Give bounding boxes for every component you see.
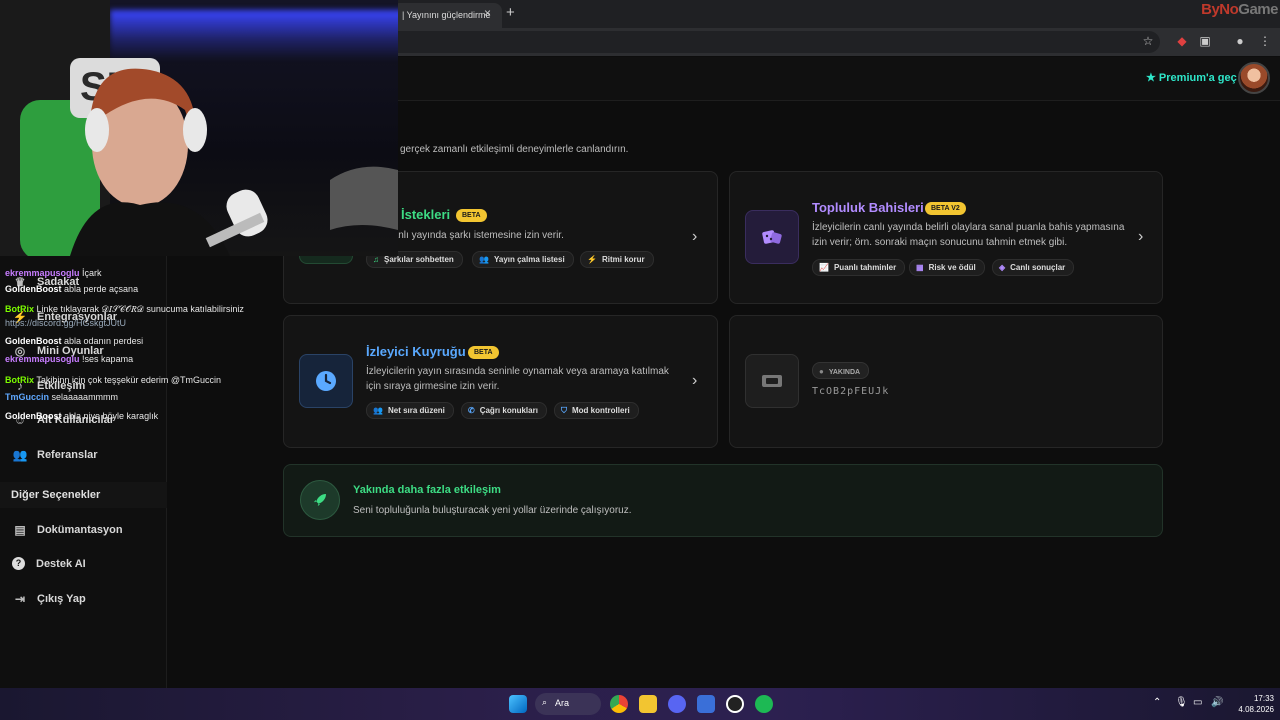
discord-icon[interactable] bbox=[668, 695, 686, 713]
chip-risk-ve-odul: ▦ Risk ve ödül bbox=[909, 259, 985, 276]
bookmark-star-icon[interactable]: ☆ bbox=[1141, 34, 1155, 48]
more-interaction-desc: Seni topluluğunla buluşturacak yeni yoll… bbox=[353, 505, 632, 516]
clock-date: 4.08.2026 bbox=[1238, 705, 1274, 714]
chat-line: ekremmapusoglu İçark bbox=[5, 268, 102, 278]
chip-mod-kontrolleri: ⛉ Mod kontrolleri bbox=[554, 402, 639, 419]
ticket-icon bbox=[745, 354, 799, 408]
webcam-overlay: SE bbox=[0, 0, 398, 256]
dice-icon bbox=[745, 210, 799, 264]
search-icon: ⌕ bbox=[542, 697, 548, 707]
clock-time: 17:33 bbox=[1253, 694, 1274, 703]
chat-line: ekremmapusoglu !ses kapama bbox=[5, 354, 134, 364]
tray-chevron-icon[interactable]: ⌃ bbox=[1153, 697, 1161, 708]
spotify-icon[interactable] bbox=[755, 695, 773, 713]
beta-v2-badge: BETA V2 bbox=[925, 202, 966, 215]
chat-line: BotRix Linke tıklayarak 𝒟𝐼𝒮𝒞𝒪𝑅𝒟 sunucuma… bbox=[5, 304, 244, 314]
premium-button[interactable]: ★ Premium'a geç bbox=[1146, 71, 1237, 84]
rocket-icon bbox=[300, 480, 340, 520]
logout-icon: ⇥ bbox=[14, 592, 26, 606]
url-input[interactable] bbox=[380, 31, 1160, 53]
taskbar-search[interactable]: ⌕ Ara bbox=[535, 693, 601, 715]
chip-ritmi-korur: ⚡ Ritmi korur bbox=[580, 251, 654, 268]
more-interaction-banner bbox=[283, 464, 1163, 537]
extensions-puzzle-icon[interactable]: ▣ bbox=[1198, 34, 1212, 48]
chat-line: BotRix Takibinn için çok teşşekür ederim… bbox=[5, 375, 222, 385]
queue-card-desc-1: İzleyicilerin yayın sırasında seninle oy… bbox=[366, 366, 669, 377]
chat-link[interactable]: https://discord.gg/HGskgtJUtU bbox=[5, 318, 126, 329]
page-subtitle: gerçek zamanlı etkileşimli deneyimlerle … bbox=[400, 144, 629, 155]
chat-line: TmGuccin selaaaaammmm bbox=[5, 392, 119, 402]
chevron-right-icon[interactable]: › bbox=[1138, 228, 1143, 246]
profile-icon[interactable]: ● bbox=[1233, 34, 1247, 48]
sidebar-item-dokumantasyon[interactable]: ▤ Dokümantasyon bbox=[12, 522, 122, 538]
chevron-right-icon[interactable]: › bbox=[692, 372, 697, 390]
chat-overlay: ekremmapusoglu İçark GoldenBoost abla pe… bbox=[0, 246, 300, 426]
help-icon: ? bbox=[12, 557, 25, 570]
beta-badge: BETA bbox=[456, 209, 487, 222]
premium-label: Premium'a geç bbox=[1158, 72, 1237, 84]
obs-icon[interactable] bbox=[726, 695, 744, 713]
bets-card-desc-2: izin verir; örn. sonraki maçın sonucunu … bbox=[812, 237, 1068, 248]
sidebar-item-cikis-yap[interactable]: ⇥ Çıkış Yap bbox=[12, 591, 86, 607]
chat-line: GoldenBoost abla odanın perdesi bbox=[5, 336, 144, 346]
queue-card-desc-2: için sıraya girmesine izin verir. bbox=[366, 381, 500, 392]
clock-icon bbox=[299, 354, 353, 408]
chip-canli-sonuclar: ◈ Canlı sonuçlar bbox=[992, 259, 1075, 276]
bets-card-desc-1: İzleyicilerin canlı yayında belirli olay… bbox=[812, 222, 1125, 233]
user-avatar[interactable] bbox=[1238, 62, 1270, 94]
coming-soon-code: TcOB2pFEUJk bbox=[812, 386, 890, 397]
other-options-heading: Diğer Seçenekler bbox=[0, 482, 167, 508]
bets-card-title: Topluluk Bahisleri bbox=[812, 200, 924, 215]
sidebar-item-referanslar[interactable]: 👥 Referanslar bbox=[12, 447, 98, 463]
extension-icon[interactable]: ◆ bbox=[1175, 34, 1189, 48]
chip-cagri-konuklari: ✆ Çağrı konukları bbox=[461, 402, 547, 419]
close-tab-icon[interactable]: × bbox=[484, 6, 491, 20]
chrome-icon[interactable] bbox=[610, 695, 628, 713]
queue-card-title: İzleyici Kuyruğu bbox=[366, 344, 466, 359]
file-explorer-icon[interactable] bbox=[639, 695, 657, 713]
volume-icon[interactable]: 🔊 bbox=[1211, 697, 1223, 708]
network-icon[interactable]: ▭ bbox=[1193, 697, 1202, 708]
song-card-title: İstekleri bbox=[401, 207, 451, 222]
more-interaction-title: Yakında daha fazla etkileşim bbox=[353, 484, 501, 496]
chat-line: GoldenBoost abla perde açsana bbox=[5, 284, 139, 294]
clock[interactable]: 17:33 4.08.2026 bbox=[1230, 693, 1274, 715]
streamer-video: SE bbox=[0, 0, 398, 256]
watermark-logo: ByNoGame bbox=[1201, 1, 1278, 18]
referral-users-icon: 👥 bbox=[12, 448, 28, 462]
microphone-icon[interactable]: 🎙 bbox=[1175, 697, 1188, 708]
coming-soon-badge: ● YAKINDA bbox=[812, 362, 870, 379]
document-icon: ▤ bbox=[14, 523, 26, 537]
chip-puanli-tahminler: 📈 Puanlı tahminler bbox=[812, 259, 906, 276]
windows-start-icon[interactable] bbox=[509, 695, 527, 713]
chat-line: GoldenBoost abla niye böyle karaglık bbox=[5, 411, 159, 421]
chevron-right-icon[interactable]: › bbox=[692, 228, 697, 246]
menu-dots-icon[interactable]: ⋮ bbox=[1258, 34, 1272, 48]
new-tab-button[interactable]: + bbox=[506, 4, 515, 21]
beta-badge: BETA bbox=[468, 346, 499, 359]
chip-net-sira: 👥 Net sıra düzeni bbox=[366, 402, 454, 419]
app-icon[interactable] bbox=[697, 695, 715, 713]
sidebar-item-destek-ai[interactable]: ? Destek AI bbox=[12, 557, 86, 570]
chip-calma-listesi: 👥 Yayın çalma listesi bbox=[472, 251, 574, 268]
tab-title: | Yayınını güçlendirme bbox=[402, 10, 491, 20]
